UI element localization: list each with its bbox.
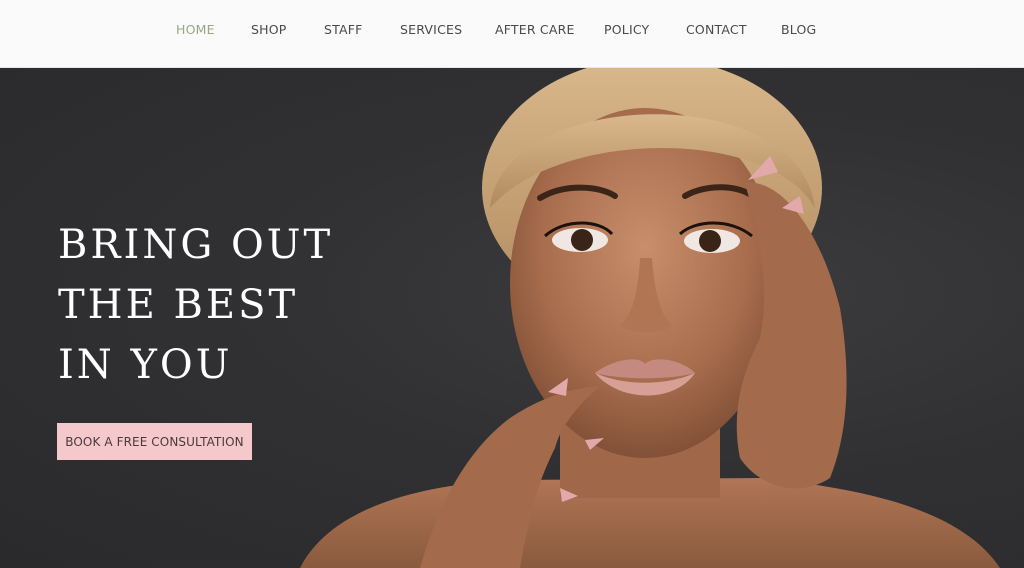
- headline-line-3: IN YOU: [58, 342, 233, 388]
- nav-after-care[interactable]: AFTER CARE: [495, 22, 575, 37]
- nav-policy[interactable]: POLICY: [604, 22, 649, 37]
- hero-headline: BRING OUT THE BEST IN YOU: [58, 215, 388, 395]
- nav-blog[interactable]: BLOG: [781, 22, 816, 37]
- nav-contact[interactable]: CONTACT: [686, 22, 747, 37]
- nav-services[interactable]: SERVICES: [400, 22, 462, 37]
- headline-line-1: BRING OUT: [58, 222, 334, 268]
- nav-shop[interactable]: SHOP: [251, 22, 287, 37]
- headline-line-2: THE BEST: [58, 282, 299, 328]
- nav-home[interactable]: HOME: [176, 22, 215, 37]
- nav-staff[interactable]: STAFF: [324, 22, 363, 37]
- top-navigation: HOME SHOP STAFF SERVICES AFTER CARE POLI…: [0, 0, 1024, 68]
- hero-section: BRING OUT THE BEST IN YOU BOOK A FREE CO…: [0, 68, 1024, 568]
- book-consultation-button[interactable]: BOOK A FREE CONSULTATION: [57, 423, 252, 460]
